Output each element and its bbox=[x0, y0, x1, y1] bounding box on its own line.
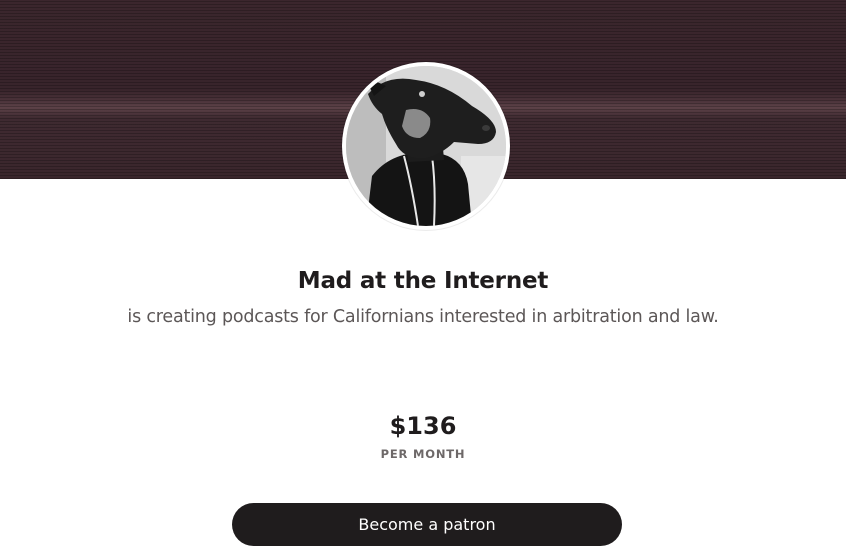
avatar-image bbox=[346, 66, 506, 226]
creator-avatar[interactable] bbox=[346, 66, 506, 226]
monthly-earnings-label: PER MONTH bbox=[380, 447, 466, 461]
creator-tagline: is creating podcasts for Californians in… bbox=[127, 307, 719, 327]
avatar-frame bbox=[342, 62, 510, 230]
creator-name: Mad at the Internet bbox=[297, 268, 549, 294]
become-patron-button[interactable]: Become a patron bbox=[232, 503, 622, 546]
creator-page: Mad at the Internet is creating podcasts… bbox=[0, 0, 846, 556]
monthly-earnings-amount: $136 bbox=[389, 412, 457, 440]
